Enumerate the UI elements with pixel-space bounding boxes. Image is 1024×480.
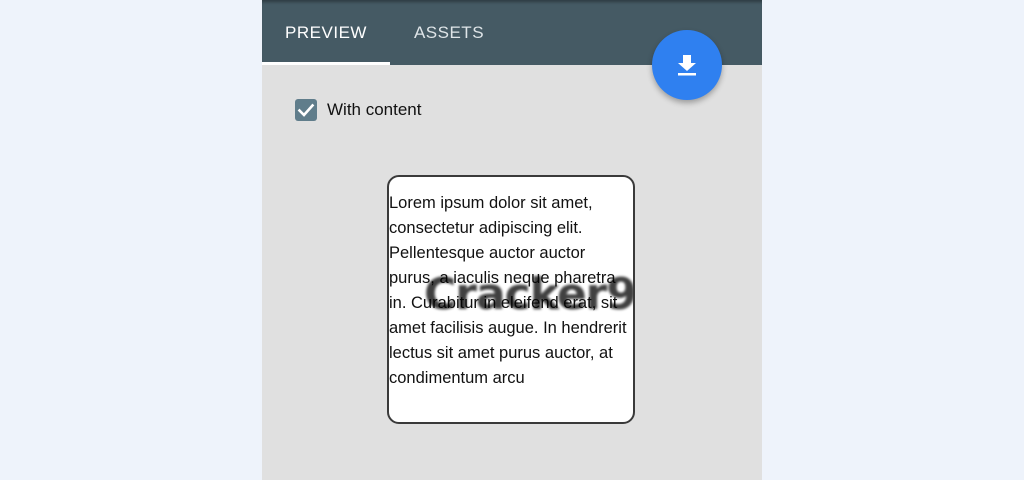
tab-assets[interactable]: ASSETS [390,0,508,65]
with-content-label: With content [327,100,422,119]
download-icon [678,55,696,76]
preview-card: Lorem ipsum dolor sit amet, consectetur … [387,175,635,424]
with-content-option: With content [295,97,422,123]
download-button[interactable] [652,30,722,100]
editor-panel: PREVIEW ASSETS With content Lorem ipsum … [262,0,762,480]
checkmark-icon [297,103,315,117]
with-content-checkbox[interactable] [295,99,317,121]
preview-text: Lorem ipsum dolor sit amet, consectetur … [389,194,627,387]
active-tab-indicator [262,62,390,65]
tab-preview[interactable]: PREVIEW [262,0,390,65]
